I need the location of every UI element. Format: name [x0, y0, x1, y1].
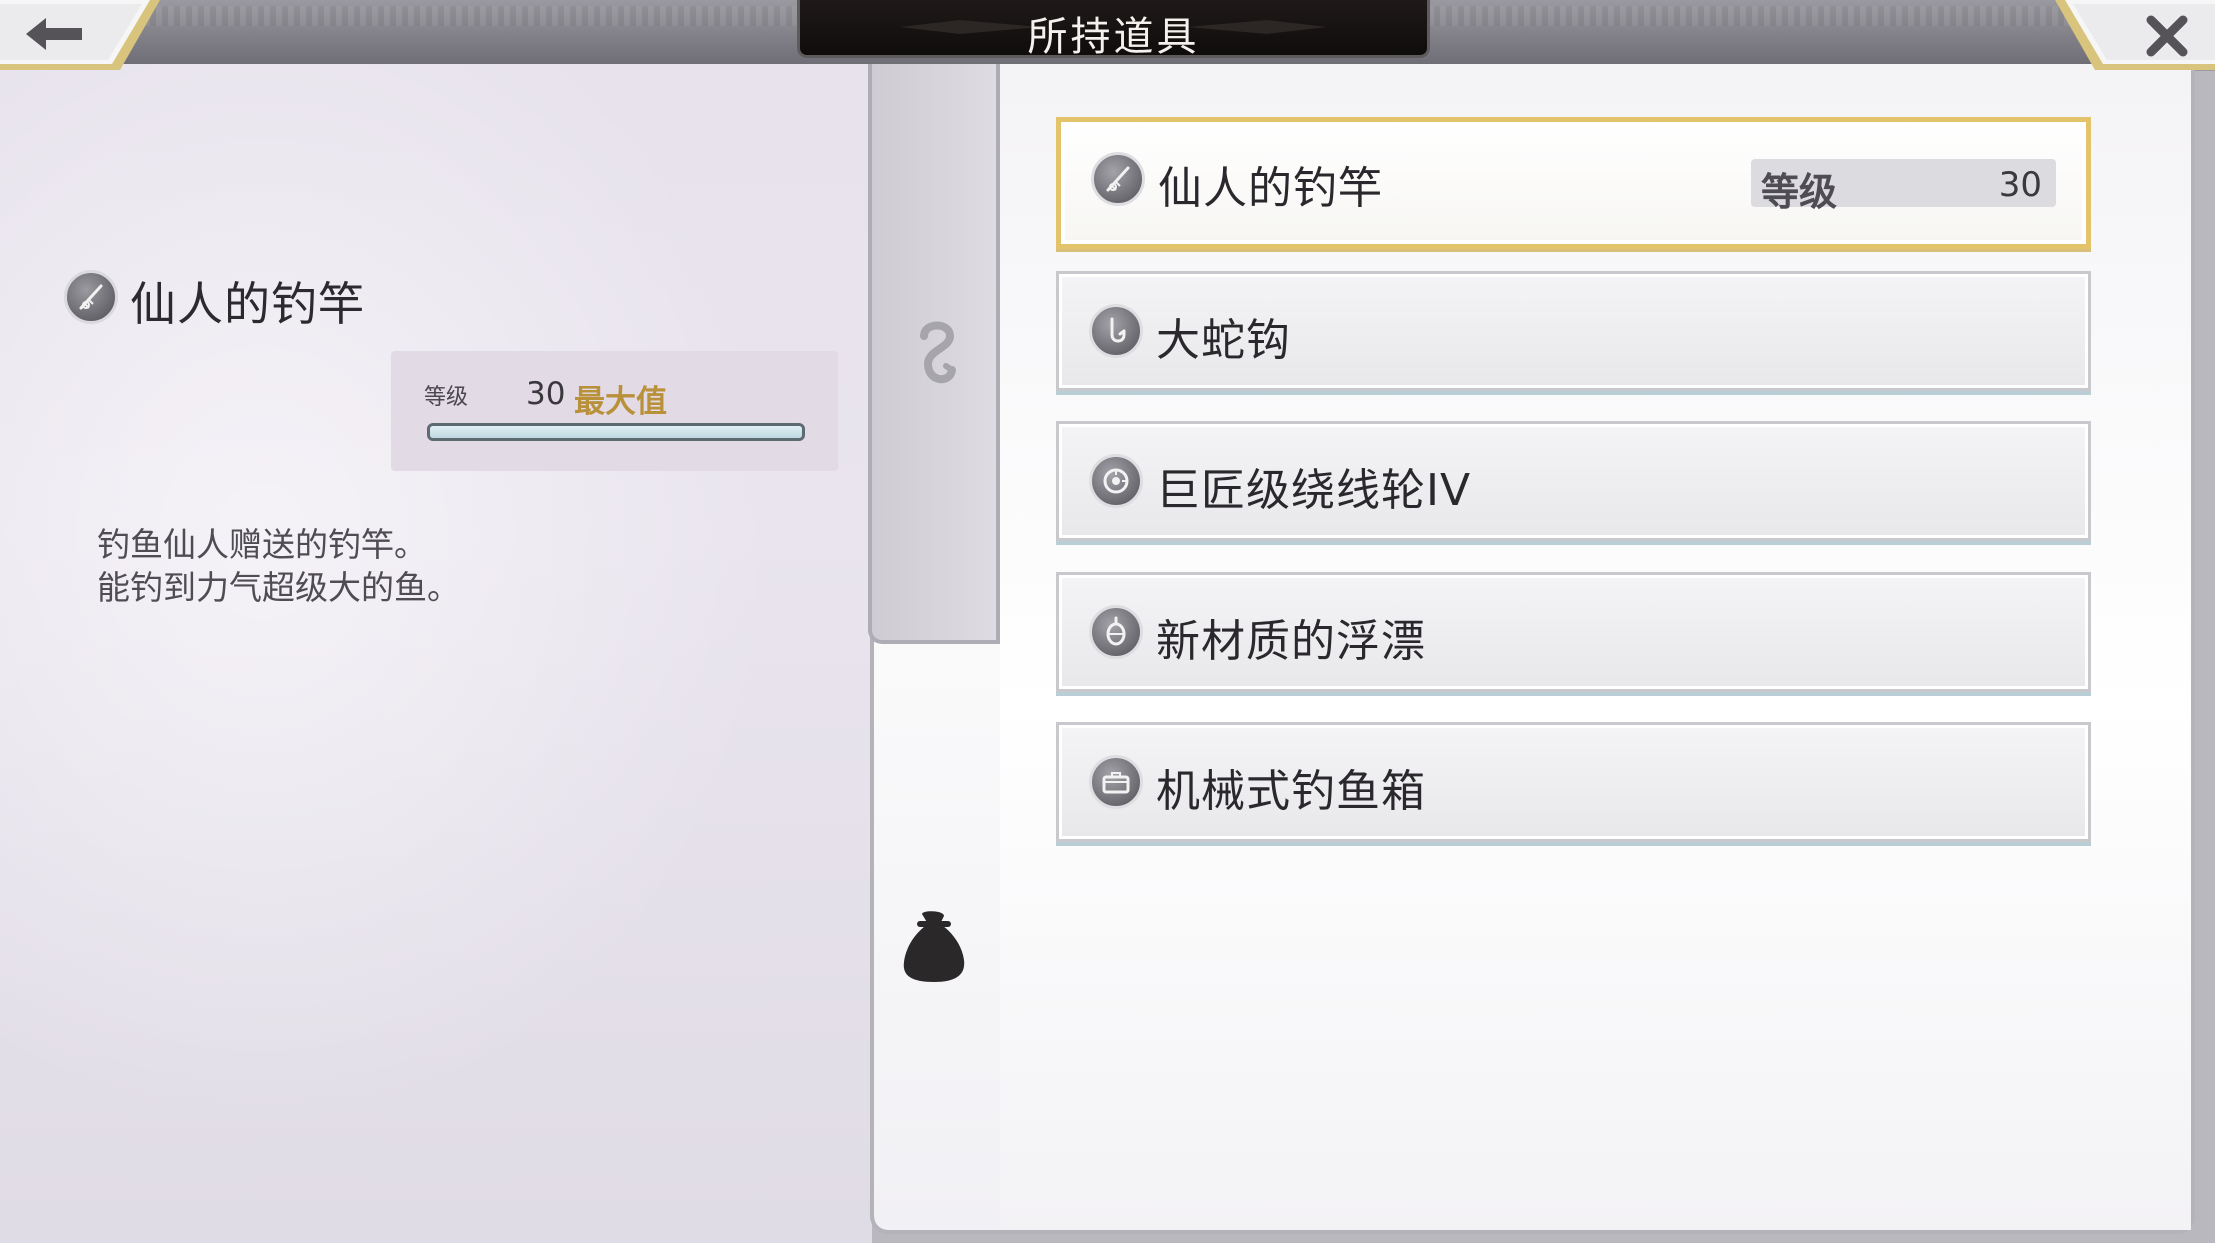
- hook-icon[interactable]: [906, 314, 966, 404]
- bag-icon[interactable]: [898, 910, 970, 984]
- level-progress-fill: [430, 426, 802, 438]
- category-tab-column[interactable]: [868, 64, 1000, 644]
- float-icon: [1089, 605, 1143, 659]
- fishing-rod-icon: [64, 270, 118, 324]
- list-item[interactable]: 大蛇钩: [1056, 271, 2091, 391]
- close-icon[interactable]: [2143, 12, 2191, 60]
- detail-item-name: 仙人的钓竿: [130, 277, 365, 331]
- fishing-rod-icon: [1091, 152, 1145, 206]
- item-description: 钓鱼仙人赠送的钓竿。 能钓到力气超级大的鱼。: [97, 523, 460, 609]
- list-item[interactable]: 巨匠级绕线轮IV: [1056, 421, 2091, 541]
- item-name: 大蛇钩: [1156, 315, 1291, 366]
- level-panel: 等级 30 最大值: [391, 351, 838, 471]
- list-item[interactable]: 机械式钓鱼箱: [1056, 722, 2091, 842]
- hook-icon: [1089, 304, 1143, 358]
- item-level-badge: 等级 30: [1751, 159, 2056, 214]
- list-item[interactable]: 新材质的浮漂: [1056, 572, 2091, 692]
- level-max-label: 最大值: [574, 384, 667, 420]
- back-button[interactable]: [0, 0, 160, 75]
- tackle-box-icon: [1089, 755, 1143, 809]
- description-line: 钓鱼仙人赠送的钓竿。: [97, 525, 427, 564]
- detail-pane: [0, 64, 872, 1243]
- title-plate: 所持道具: [797, 0, 1430, 58]
- item-name: 新材质的浮漂: [1156, 616, 1426, 667]
- item-name: 机械式钓鱼箱: [1156, 766, 1426, 817]
- level-label: 等级: [424, 385, 469, 410]
- page-title: 所持道具: [1027, 14, 1200, 58]
- item-level-value: 30: [1998, 165, 2042, 205]
- item-name: 仙人的钓竿: [1158, 163, 1383, 214]
- screen: 仙人的钓竿 等级 30 最大值 钓鱼仙人赠送的钓竿。 能钓到力气超级大的鱼。 仙…: [0, 0, 2215, 1243]
- back-arrow-icon[interactable]: [22, 14, 86, 54]
- item-name: 巨匠级绕线轮IV: [1156, 465, 1472, 516]
- list-item[interactable]: 仙人的钓竿 等级 30: [1056, 117, 2091, 249]
- level-value: 30: [526, 376, 566, 412]
- reel-icon: [1089, 454, 1143, 508]
- item-level-label: 等级: [1761, 170, 1838, 214]
- level-progress-bar: [427, 423, 805, 441]
- close-button[interactable]: [2055, 0, 2215, 75]
- description-line: 能钓到力气超级大的鱼。: [97, 568, 460, 607]
